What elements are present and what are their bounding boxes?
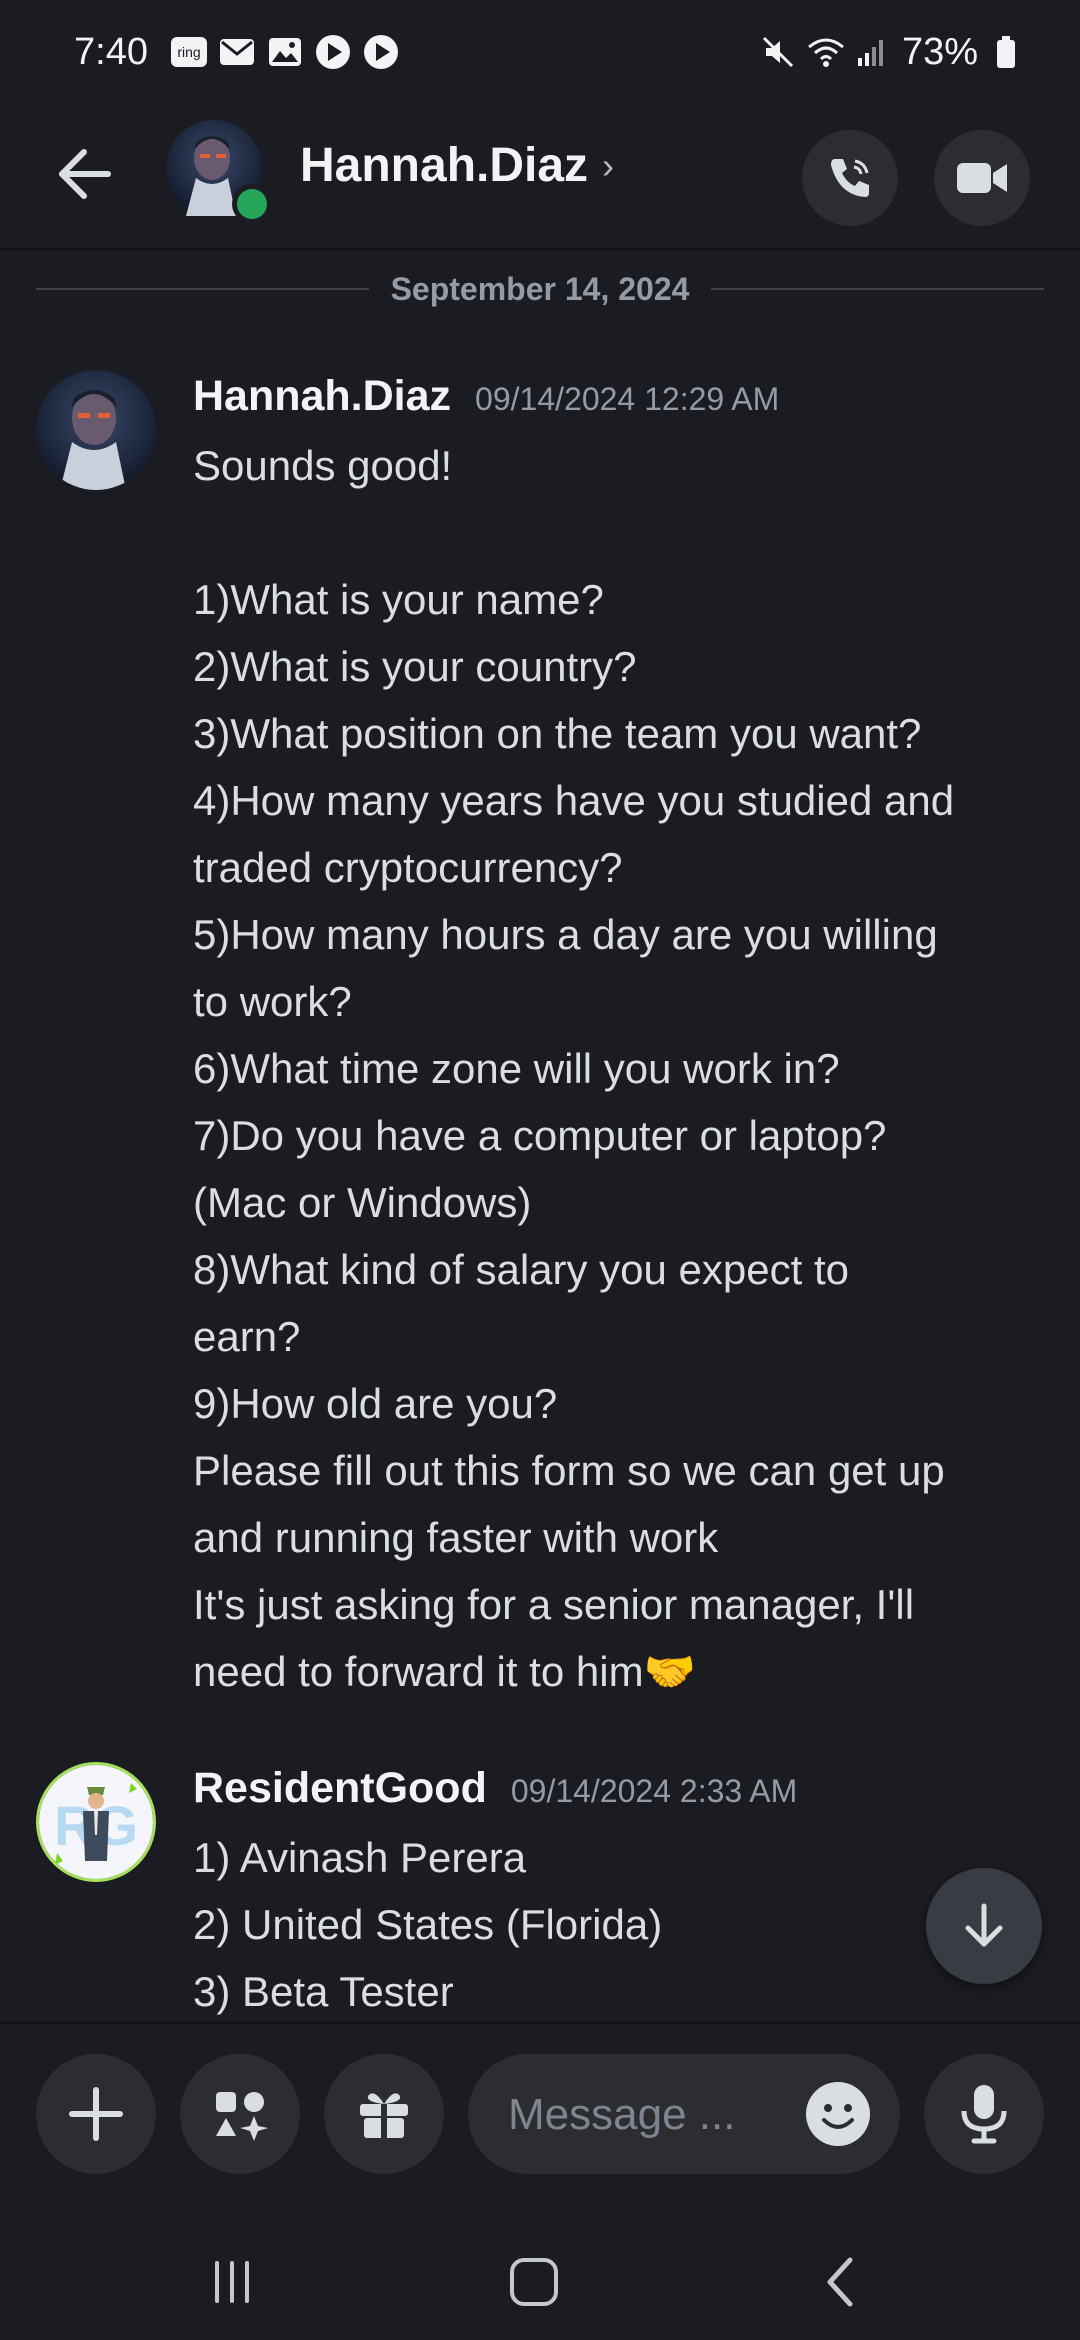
message-line: 1)What is your name? (193, 576, 604, 623)
message-line: 6)What time zone will you work in? (193, 1045, 840, 1092)
status-time: 7:40 (74, 30, 148, 73)
voice-message-button[interactable] (924, 2054, 1044, 2174)
play-icon (314, 35, 352, 69)
message-content: 1) Avinash Perera 2) United States (Flor… (193, 1824, 1053, 2025)
plus-icon (69, 2087, 123, 2141)
divider-line (711, 288, 1044, 290)
divider-line (36, 288, 369, 290)
add-attachment-button[interactable] (36, 2054, 156, 2174)
author-avatar[interactable] (36, 370, 156, 490)
contact-avatar[interactable] (166, 120, 272, 224)
message-composer: Message ... (0, 2022, 1080, 2202)
home-button[interactable] (494, 2242, 574, 2322)
message-line: 3)What position on the team you want? (193, 710, 922, 757)
apps-icon (216, 2092, 268, 2141)
message-line: need to forward it to him🤝 (193, 1648, 696, 1695)
battery-icon (996, 35, 1016, 69)
message-line: 2)What is your country? (193, 643, 637, 690)
home-icon (510, 2258, 558, 2306)
message-line: Please fill out this form so we can get … (193, 1447, 945, 1494)
voice-call-button[interactable] (802, 130, 898, 226)
message-line: 4)How many years have you studied and (193, 777, 955, 824)
message-line: Sounds good! (193, 442, 453, 489)
date-divider-text: September 14, 2024 (390, 270, 690, 307)
message-author[interactable]: ResidentGood (193, 1764, 487, 1813)
battery-percent: 73% (901, 30, 978, 73)
ring-app-icon: ring (170, 35, 208, 69)
apps-button[interactable] (180, 2054, 300, 2174)
date-divider: September 14, 2024 (36, 266, 1044, 312)
status-bar: 7:40 ring 73% (0, 0, 1080, 104)
message-line: 8)What kind of salary you expect to (193, 1246, 849, 1293)
status-left: 7:40 ring (74, 31, 410, 74)
wifi-icon (806, 35, 846, 69)
system-back-button[interactable] (800, 2242, 880, 2322)
mute-icon (760, 34, 796, 70)
phone-icon (831, 159, 869, 197)
video-camera-icon (957, 163, 1007, 193)
emoji-smile-icon (806, 2082, 870, 2146)
signal-icon (856, 36, 888, 68)
message-line: 9)How old are you? (193, 1380, 558, 1427)
message-line: to work? (193, 978, 352, 1025)
message-line: 3) Beta Tester (193, 1968, 454, 2015)
gift-button[interactable] (324, 2054, 444, 2174)
jump-to-latest-button[interactable] (926, 1868, 1042, 1984)
system-nav-bar (0, 2202, 1080, 2340)
message-line: 7)Do you have a computer or laptop? (193, 1112, 887, 1159)
chevron-right-icon: › (602, 144, 615, 186)
message-content: Sounds good! 1)What is your name? 2)What… (193, 432, 1053, 1705)
message-line: (Mac or Windows) (193, 1179, 532, 1226)
message-input-placeholder: Message ... (508, 2090, 736, 2139)
recent-apps-button[interactable] (192, 2242, 272, 2322)
recent-apps-icon (215, 2261, 249, 2303)
arrow-left-icon (59, 149, 111, 199)
chat-header: Hannah.Diaz › (0, 104, 1080, 250)
message-author[interactable]: Hannah.Diaz (193, 372, 451, 421)
contact-name-text: Hannah.Diaz (300, 139, 589, 192)
message-line: 5)How many hours a day are you willing (193, 911, 938, 958)
ring-app-label: ring (177, 44, 200, 60)
online-status-indicator (232, 184, 272, 224)
message-line: and running faster with work (193, 1514, 719, 1561)
gallery-icon (266, 35, 304, 69)
status-right: 73% (750, 31, 1016, 74)
message-timestamp: 09/14/2024 2:33 AM (510, 1773, 798, 1809)
emoji-button[interactable] (804, 2080, 872, 2148)
message-line: 2) United States (Florida) (193, 1901, 663, 1948)
back-button[interactable] (50, 140, 118, 208)
message-header: ResidentGood 09/14/2024 2:33 AM (193, 1764, 797, 1813)
author-avatar[interactable]: RG (36, 1762, 156, 1882)
chevron-left-icon (827, 2257, 853, 2307)
message-line (193, 499, 1053, 566)
microphone-icon (961, 2085, 1007, 2144)
discord-dm-screen: 7:40 ring 73% Hannah.Diaz › September 14… (0, 0, 1080, 2340)
video-call-button[interactable] (934, 130, 1030, 226)
message-line: traded cryptocurrency? (193, 844, 623, 891)
arrow-down-icon (965, 1903, 1003, 1947)
message-header: Hannah.Diaz 09/14/2024 12:29 AM (193, 372, 779, 421)
contact-name[interactable]: Hannah.Diaz › (300, 138, 614, 193)
play-icon (362, 35, 400, 69)
gift-icon (360, 2093, 408, 2138)
message-input[interactable]: Message ... (468, 2054, 900, 2174)
message-timestamp: 09/14/2024 12:29 AM (475, 381, 780, 417)
message-line: 1) Avinash Perera (193, 1834, 527, 1881)
gmail-icon (218, 35, 256, 69)
message-line: It's just asking for a senior manager, I… (193, 1581, 915, 1628)
message-line: earn? (193, 1313, 301, 1360)
